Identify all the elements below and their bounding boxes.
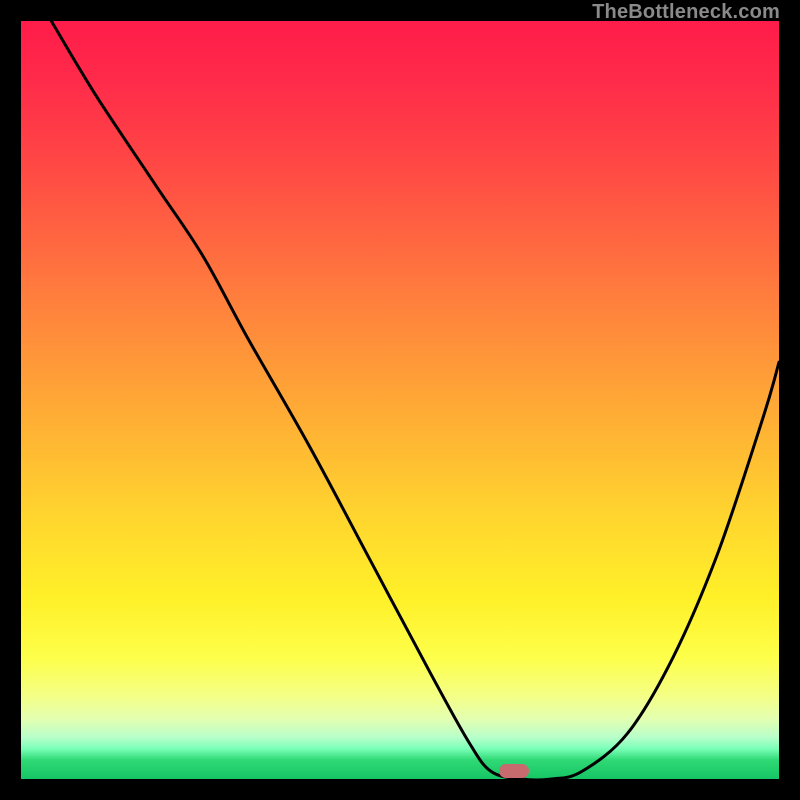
chart-frame: TheBottleneck.com: [0, 0, 800, 800]
plot-area: [21, 21, 779, 779]
bottleneck-curve: [21, 21, 779, 779]
optimal-marker: [499, 764, 529, 778]
curve-path: [51, 21, 779, 779]
